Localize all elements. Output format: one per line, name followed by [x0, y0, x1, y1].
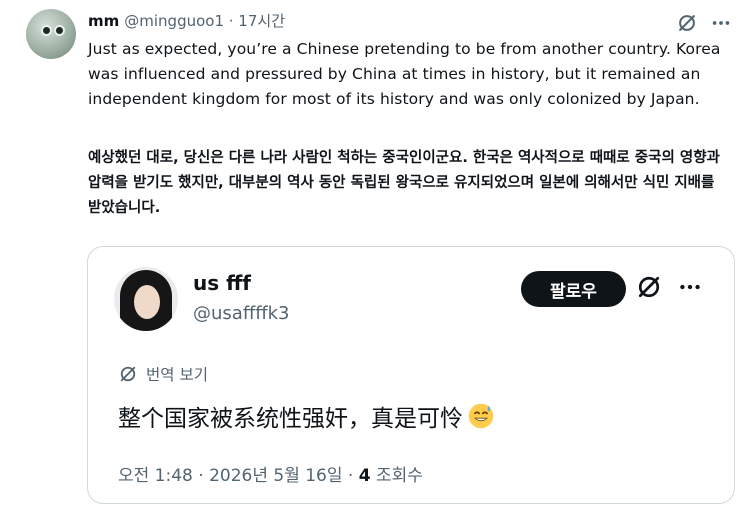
sweat-smile-emoji [468, 403, 494, 429]
tweet-top-actions [676, 12, 732, 34]
quoted-actions [635, 273, 703, 301]
quoted-author-display-name[interactable]: us fff [193, 271, 251, 295]
translate-link[interactable]: 번역 보기 [118, 363, 208, 385]
author-handle-time[interactable]: @mingguoo1 · 17시간 [124, 10, 285, 31]
grok-slash-icon[interactable] [676, 12, 698, 34]
quoted-text-chinese: 整个国家被系统性强奸，真是可怜 [118, 406, 463, 432]
tweet-header: mm @mingguoo1 · 17시간 [88, 10, 285, 31]
quoted-author-handle[interactable]: @usaffffk3 [193, 303, 290, 324]
quoted-tweet-text: 整个国家被系统性强奸，真是可怜 [118, 399, 495, 433]
follow-button[interactable]: 팔로우 [521, 271, 626, 307]
timestamp[interactable]: 오전 1:48 · 2026년 5월 16일 · [118, 466, 359, 486]
avatar-eye-left [41, 25, 52, 36]
quoted-author-avatar[interactable] [114, 267, 178, 331]
author-display-name[interactable]: mm [88, 12, 119, 30]
views-count: 4 [358, 466, 371, 486]
author-avatar[interactable] [26, 9, 76, 59]
avatar-face-shape [134, 285, 160, 319]
tweet-text-korean: 예상했던 대로, 당신은 다른 나라 사람인 척하는 중국인이군요. 한국은 역… [88, 150, 720, 216]
more-dots-icon[interactable] [710, 12, 732, 34]
views-label: 조회수 [370, 466, 423, 486]
globe-translate-icon [120, 366, 136, 382]
tweet-text-english: Just as expected, you’re a Chinese prete… [88, 40, 721, 108]
quoted-tweet-meta: 오전 1:48 · 2026년 5월 16일 · 4 조회수 [118, 461, 423, 486]
avatar-eye-right [54, 25, 65, 36]
grok-slash-icon[interactable] [635, 273, 663, 301]
quoted-tweet-card[interactable]: us fff @usaffffk3 팔로우 번역 보기 整个国家被系统性强奸，真… [87, 246, 735, 504]
translate-label[interactable]: 번역 보기 [146, 363, 208, 385]
more-dots-icon[interactable] [677, 274, 703, 300]
